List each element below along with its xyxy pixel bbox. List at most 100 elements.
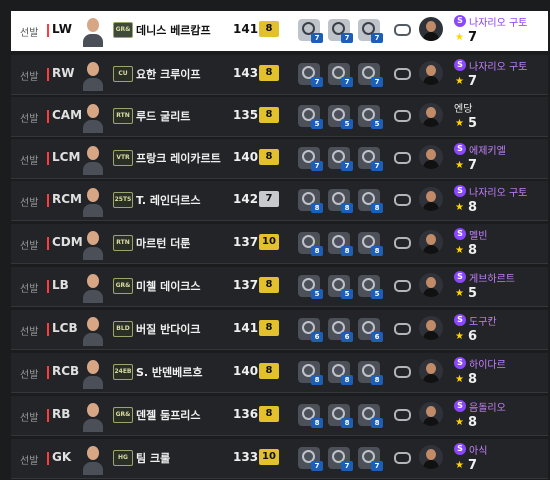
starter-label: 선발 <box>20 241 39 252</box>
boost-slot-3[interactable]: 7 <box>358 447 383 471</box>
boost-slot-3[interactable]: 7 <box>358 63 383 87</box>
boost-value: 5 <box>371 119 383 129</box>
boost-slot-2[interactable]: 6 <box>328 318 353 342</box>
boost-group[interactable]: 5 5 5 <box>298 103 388 131</box>
player-avatar <box>81 442 105 475</box>
boost-slot-2[interactable]: 8 <box>328 404 353 428</box>
coach-avatar <box>419 359 443 383</box>
player-avatar <box>81 270 105 303</box>
boost-slot-3[interactable]: 8 <box>358 404 383 428</box>
boost-group[interactable]: 8 8 8 <box>298 402 388 430</box>
coach-grade-badge: S <box>454 185 466 197</box>
boost-slot-3[interactable]: 7 <box>358 147 383 171</box>
coach-avatar <box>419 145 443 169</box>
boost-slot-1[interactable]: 8 <box>298 361 323 385</box>
boost-slot-1[interactable]: 7 <box>298 63 323 87</box>
player-row-lw[interactable]: 선발 LW GR& 데니스 베르캄프 141 8 7 7 7 S 나자리오 구토… <box>11 11 548 51</box>
link-icon[interactable] <box>394 24 411 36</box>
boost-slot-3[interactable]: 8 <box>358 361 383 385</box>
enhance-level-badge: 8 <box>259 363 279 379</box>
player-avatar <box>81 100 105 133</box>
boost-slot-3[interactable]: 5 <box>358 105 383 129</box>
boost-slot-1[interactable]: 8 <box>298 404 323 428</box>
boost-slot-3[interactable]: 8 <box>358 232 383 256</box>
coach-avatar <box>419 103 443 127</box>
player-row-rcb[interactable]: 선발 RCB 24EB S. 반덴베르흐 140 8 8 8 8 S 하이다르 … <box>11 353 548 393</box>
player-row-rb[interactable]: 선발 RB GR& 덴젤 둠프리스 136 8 8 8 8 S 음돌리오 ★ 8 <box>11 396 548 436</box>
player-row-cdm[interactable]: 선발 CDM RTN 마르턴 더룬 137 10 8 8 8 S 멜빈 ★ 8 <box>11 224 548 264</box>
boost-group[interactable]: 5 5 5 <box>298 273 388 301</box>
boost-slot-1[interactable]: 6 <box>298 318 323 342</box>
boost-slot-2[interactable]: 8 <box>328 189 353 213</box>
coach-level: 6 <box>468 329 478 344</box>
coach-level: 7 <box>468 30 478 45</box>
boost-slot-2[interactable]: 7 <box>328 63 353 87</box>
link-icon[interactable] <box>394 323 411 335</box>
link-icon[interactable] <box>394 152 411 164</box>
player-ovr: 140 <box>233 364 259 378</box>
link-icon[interactable] <box>394 237 411 249</box>
boost-slot-3[interactable]: 8 <box>358 189 383 213</box>
boost-value: 8 <box>311 246 323 256</box>
boost-slot-2[interactable]: 8 <box>328 232 353 256</box>
boost-value: 7 <box>311 33 323 43</box>
boost-slot-2[interactable]: 5 <box>328 105 353 129</box>
boost-slot-3[interactable]: 6 <box>358 318 383 342</box>
boost-value: 6 <box>311 332 323 342</box>
boost-slot-2[interactable]: 5 <box>328 275 353 299</box>
boost-group[interactable]: 8 8 8 <box>298 359 388 387</box>
boost-slot-1[interactable]: 7 <box>298 19 323 43</box>
player-avatar <box>81 399 105 432</box>
boost-group[interactable]: 7 7 7 <box>298 145 388 173</box>
star-icon: ★ <box>455 245 464 256</box>
player-row-lb[interactable]: 선발 LB GR& 미첼 데이크스 137 8 5 5 5 S 게브하르트 ★ … <box>11 267 548 307</box>
link-icon[interactable] <box>394 452 411 464</box>
position-label: LCM <box>52 150 81 164</box>
boost-group[interactable]: 8 8 8 <box>298 230 388 258</box>
boost-slot-2[interactable]: 8 <box>328 361 353 385</box>
boost-slot-1[interactable]: 7 <box>298 447 323 471</box>
boost-slot-1[interactable]: 5 <box>298 275 323 299</box>
squad-list: 선발 LW GR& 데니스 베르캄프 141 8 7 7 7 S 나자리오 구토… <box>0 0 550 480</box>
player-row-rw[interactable]: 선발 RW CU 요한 크루이프 143 8 7 7 7 S 나자리오 구토 ★… <box>11 55 548 95</box>
boost-group[interactable]: 7 7 7 <box>298 17 388 45</box>
player-row-lcm[interactable]: 선발 LCM VTR 프랑크 레이카르트 140 8 7 7 7 S 에제키엘 … <box>11 139 548 179</box>
coach-avatar <box>419 187 443 211</box>
starter-label: 선발 <box>20 156 39 167</box>
link-icon[interactable] <box>394 366 411 378</box>
star-icon: ★ <box>455 417 464 428</box>
coach-level: 8 <box>468 415 478 430</box>
position-label: CAM <box>52 108 83 122</box>
boost-slot-1[interactable]: 8 <box>298 232 323 256</box>
coach-name: 에제키엘 <box>469 146 506 157</box>
boost-group[interactable]: 8 8 8 <box>298 187 388 215</box>
boost-value: 8 <box>311 375 323 385</box>
coach-level: 8 <box>468 372 478 387</box>
coach-name: 게브하르트 <box>469 274 515 285</box>
boost-slot-3[interactable]: 5 <box>358 275 383 299</box>
link-icon[interactable] <box>394 194 411 206</box>
player-row-lcb[interactable]: 선발 LCB BLD 버질 반다이크 141 8 6 6 6 S 도구칸 ★ 6 <box>11 310 548 350</box>
boost-slot-1[interactable]: 5 <box>298 105 323 129</box>
boost-value: 7 <box>311 161 323 171</box>
boost-group[interactable]: 7 7 7 <box>298 61 388 89</box>
boost-slot-1[interactable]: 7 <box>298 147 323 171</box>
boost-slot-1[interactable]: 8 <box>298 189 323 213</box>
link-icon[interactable] <box>394 68 411 80</box>
boost-slot-2[interactable]: 7 <box>328 19 353 43</box>
player-row-gk[interactable]: 선발 GK HG 팀 크룰 133 10 7 7 7 S 아식 ★ 7 <box>11 439 548 479</box>
link-icon[interactable] <box>394 110 411 122</box>
boost-slot-2[interactable]: 7 <box>328 147 353 171</box>
link-icon[interactable] <box>394 280 411 292</box>
player-name: S. 반덴베르흐 <box>136 366 203 379</box>
boost-group[interactable]: 7 7 7 <box>298 445 388 473</box>
player-row-rcm[interactable]: 선발 RCM 25TS T. 레인더르스 142 7 8 8 8 S 나자리오 … <box>11 181 548 221</box>
boost-group[interactable]: 6 6 6 <box>298 316 388 344</box>
player-avatar <box>81 313 105 346</box>
boost-slot-2[interactable]: 7 <box>328 447 353 471</box>
player-name: 요한 크루이프 <box>136 68 201 81</box>
coach-name: 아식 <box>469 446 488 457</box>
link-icon[interactable] <box>394 409 411 421</box>
boost-slot-3[interactable]: 7 <box>358 19 383 43</box>
player-row-cam[interactable]: 선발 CAM RTN 루드 굴리트 135 8 5 5 5 엔당 ★ 5 <box>11 97 548 137</box>
